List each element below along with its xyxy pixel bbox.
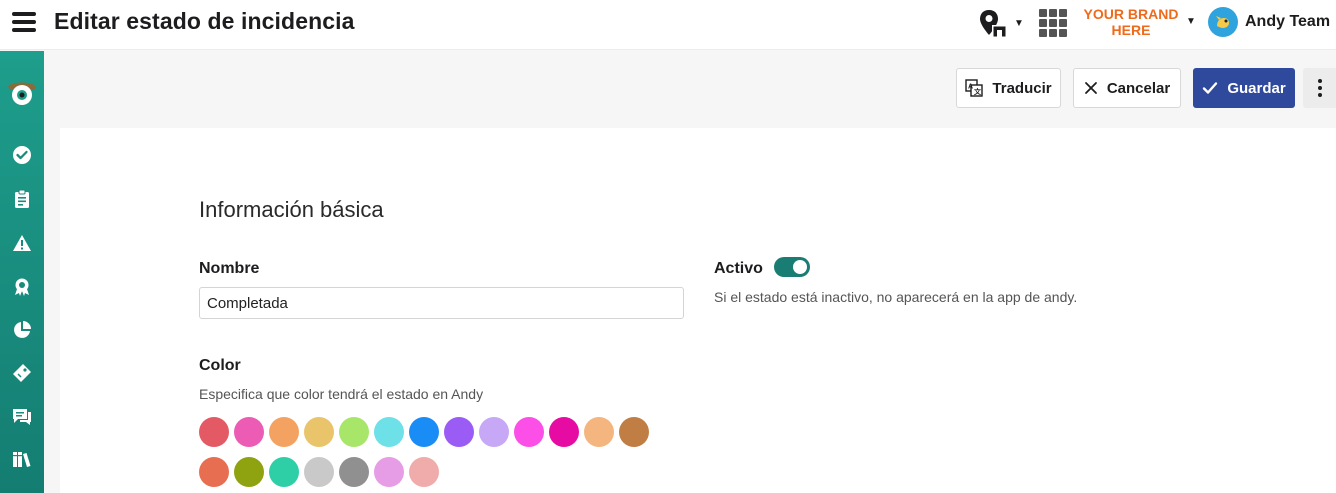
cancel-button[interactable]: Cancelar: [1073, 68, 1181, 108]
color-swatch[interactable]: [199, 457, 229, 487]
toggle-knob: [793, 260, 807, 274]
user-name: Andy Team: [1245, 13, 1331, 30]
award-icon: [15, 278, 29, 296]
sidebar-item-forms[interactable]: [0, 181, 44, 217]
active-help-text: Si el estado está inactivo, no aparecerá…: [714, 289, 1078, 305]
warning-icon: [13, 235, 31, 251]
color-swatch[interactable]: [444, 417, 474, 447]
avatar-icon: [1208, 7, 1238, 37]
color-swatch[interactable]: [514, 417, 544, 447]
menu-icon[interactable]: [12, 12, 36, 34]
sidebar-item-library[interactable]: [0, 441, 44, 477]
tag-icon: [13, 364, 31, 382]
pie-chart-icon: [14, 321, 31, 338]
location-store-icon: [980, 10, 1007, 37]
user-menu[interactable]: Andy Team: [1208, 7, 1330, 37]
color-swatch[interactable]: [234, 457, 264, 487]
more-vertical-icon: [1317, 79, 1322, 97]
color-swatch[interactable]: [304, 417, 334, 447]
chat-icon: [13, 409, 31, 425]
translate-label: Traducir: [992, 79, 1052, 97]
svg-text:A: A: [968, 84, 973, 91]
color-help-text: Especifica que color tendrá el estado en…: [199, 386, 484, 402]
brand-line-1: YOUR BRAND: [1083, 6, 1179, 22]
active-label: Activo: [714, 260, 763, 277]
top-bar: Editar estado de incidencia ▼ YOUR BRAND…: [0, 0, 1336, 50]
name-input[interactable]: [199, 287, 684, 319]
svg-text:文: 文: [974, 87, 982, 96]
apps-grid-icon[interactable]: [1039, 9, 1067, 37]
close-icon: [1084, 82, 1097, 94]
clipboard-icon: [15, 189, 29, 208]
app-logo[interactable]: [5, 77, 39, 107]
color-swatch[interactable]: [479, 417, 509, 447]
color-swatch[interactable]: [584, 417, 614, 447]
active-toggle[interactable]: [774, 257, 810, 277]
save-button[interactable]: Guardar: [1193, 68, 1295, 108]
section-title: Información básica: [199, 197, 384, 222]
form-card: Información básica Nombre Activo Si el e…: [60, 128, 1336, 493]
save-label: Guardar: [1227, 79, 1286, 97]
color-swatch[interactable]: [409, 417, 439, 447]
color-swatch[interactable]: [304, 457, 334, 487]
color-swatch[interactable]: [234, 417, 264, 447]
color-swatch[interactable]: [339, 417, 369, 447]
sidebar-item-tasks[interactable]: [0, 137, 44, 173]
page-title: Editar estado de incidencia: [54, 8, 355, 34]
sidebar-item-messages[interactable]: [0, 398, 44, 434]
caret-down-icon: ▼: [1014, 17, 1024, 29]
location-store-button[interactable]: ▼: [978, 8, 1026, 38]
color-swatch[interactable]: [339, 457, 369, 487]
color-swatch[interactable]: [549, 417, 579, 447]
brand-logo[interactable]: YOUR BRAND HERE: [1080, 6, 1182, 38]
color-swatch[interactable]: [269, 457, 299, 487]
color-swatch[interactable]: [619, 417, 649, 447]
name-label: Nombre: [199, 260, 260, 277]
check-icon: [1203, 82, 1218, 94]
cancel-label: Cancelar: [1106, 79, 1171, 97]
sidebar-item-incidents[interactable]: [0, 225, 44, 261]
check-circle-icon: [13, 146, 31, 164]
sidebar-item-tags[interactable]: [0, 355, 44, 391]
more-options-button[interactable]: [1303, 68, 1336, 108]
color-label: Color: [199, 357, 241, 374]
color-swatch[interactable]: [374, 417, 404, 447]
color-swatch[interactable]: [269, 417, 299, 447]
caret-down-icon[interactable]: ▼: [1186, 16, 1196, 27]
library-icon: [13, 452, 31, 467]
sidebar: [0, 51, 44, 493]
sidebar-item-reports[interactable]: [0, 312, 44, 348]
sidebar-item-awards[interactable]: [0, 269, 44, 305]
color-swatch[interactable]: [199, 417, 229, 447]
translate-button[interactable]: A 文 Traducir: [956, 68, 1061, 108]
translate-icon: A 文: [965, 79, 984, 97]
color-swatch[interactable]: [409, 457, 439, 487]
color-swatch[interactable]: [374, 457, 404, 487]
brand-line-2: HERE: [1111, 22, 1151, 38]
